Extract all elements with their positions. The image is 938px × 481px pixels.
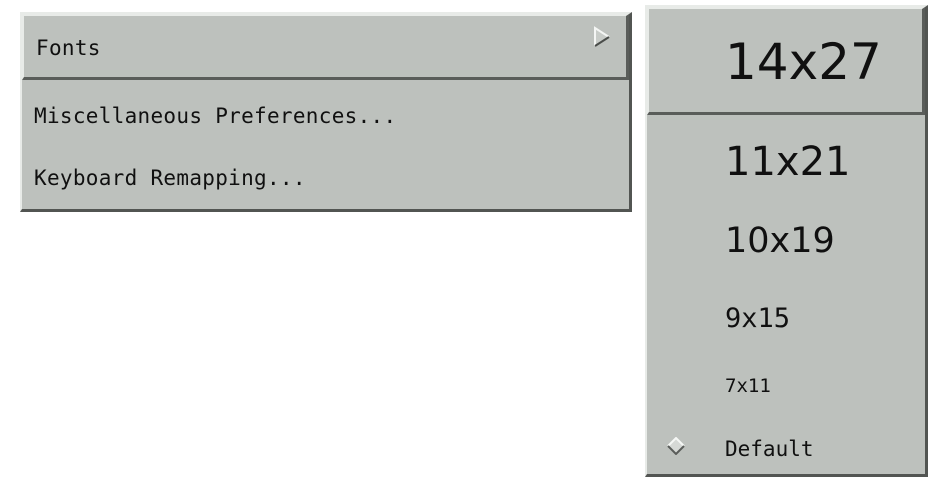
font-option-default[interactable]: Default bbox=[647, 423, 925, 473]
menu-item-label: Miscellaneous Preferences... bbox=[34, 104, 397, 128]
font-option-label: 7x11 bbox=[725, 375, 771, 397]
font-option-9x15[interactable]: 9x15 bbox=[647, 291, 925, 351]
menu-item-label: Keyboard Remapping... bbox=[34, 166, 306, 190]
menu-item-misc-preferences[interactable]: Miscellaneous Preferences... bbox=[22, 92, 629, 148]
font-option-10x19[interactable]: 10x19 bbox=[647, 211, 925, 281]
font-option-label: 9x15 bbox=[725, 303, 791, 334]
font-option-11x21[interactable]: 11x21 bbox=[647, 127, 925, 205]
font-option-label: 10x19 bbox=[725, 221, 835, 261]
menu-item-label: Fonts bbox=[36, 36, 101, 60]
font-option-label: Default bbox=[725, 437, 814, 461]
fonts-submenu: 14x27 11x21 10x19 9x15 7x11 Default bbox=[645, 5, 928, 477]
font-option-label: 14x27 bbox=[725, 33, 882, 91]
font-option-label: 11x21 bbox=[725, 139, 851, 185]
font-option-7x11[interactable]: 7x11 bbox=[647, 357, 925, 413]
menu-item-fonts[interactable]: Fonts bbox=[22, 14, 629, 80]
preferences-menu: Fonts Miscellaneous Preferences... Keybo… bbox=[20, 12, 632, 212]
font-option-14x27[interactable]: 14x27 bbox=[647, 7, 925, 115]
right-triangle-arrow-icon bbox=[594, 26, 610, 47]
diamond-icon bbox=[667, 437, 685, 455]
menu-item-keyboard-remapping[interactable]: Keyboard Remapping... bbox=[22, 152, 629, 208]
